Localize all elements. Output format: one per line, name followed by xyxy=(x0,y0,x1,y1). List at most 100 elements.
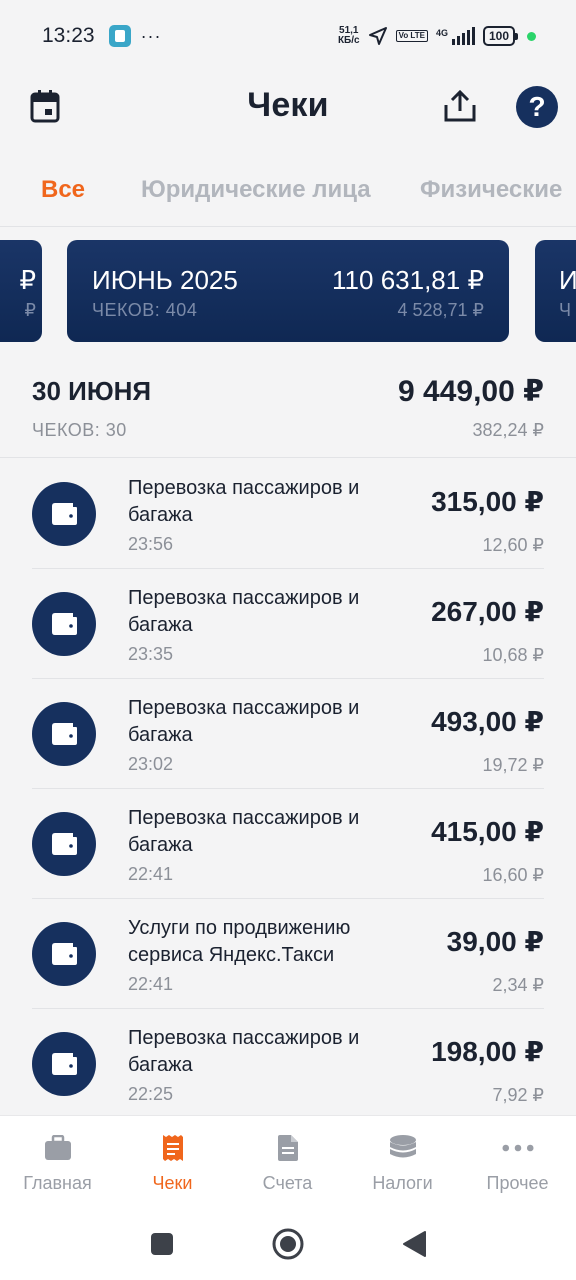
status-bar: 13:23 ··· 51,1 КБ/с Vo LTE 4G 100 xyxy=(0,0,576,72)
receipt-title: Перевозка пассажиров и багажа xyxy=(128,1027,360,1076)
volte-icon: Vo LTE xyxy=(395,30,428,42)
page-title: Чеки xyxy=(247,85,329,124)
month-card-previous[interactable]: ₽ ₽ xyxy=(0,240,42,342)
nav-label-receipts: Чеки xyxy=(152,1173,193,1193)
receipt-item[interactable]: Перевозка пассажиров и багажа 23:35 267,… xyxy=(0,569,576,679)
bottom-navigation: Главная Чеки Счета Налоги Прочее xyxy=(0,1115,576,1203)
nav-label-home: Главная xyxy=(23,1173,92,1193)
receipt-title: Услуги по продвижению сервиса Яндекс.Так… xyxy=(128,917,351,966)
receipt-amount: 198,00 ₽ xyxy=(431,1036,544,1067)
home-button[interactable] xyxy=(271,1227,305,1261)
app-notification-icon xyxy=(108,25,131,47)
wallet-icon xyxy=(32,922,96,986)
network-type: 4G xyxy=(435,28,448,38)
receipt-title: Перевозка пассажиров и багажа xyxy=(128,697,360,746)
calendar-icon xyxy=(30,90,60,123)
receipt-time: 23:02 xyxy=(128,754,174,774)
recent-apps-button[interactable] xyxy=(145,1227,179,1261)
month-tax-fragment: ₽ xyxy=(24,300,36,320)
day-receipt-count: ЧЕКОВ: 30 xyxy=(32,420,127,440)
month-card-next[interactable]: И Ч xyxy=(535,240,576,342)
day-total: 9 449,00 ₽ xyxy=(398,375,544,408)
back-button[interactable] xyxy=(397,1227,431,1261)
month-title-fragment: И xyxy=(559,265,576,295)
receipt-item[interactable]: Услуги по продвижению сервиса Яндекс.Так… xyxy=(0,899,576,1009)
receipt-amount: 267,00 ₽ xyxy=(431,596,544,627)
month-count-fragment: Ч xyxy=(559,300,571,320)
month-total: 110 631,81 ₽ xyxy=(332,265,484,295)
tab-individuals[interactable]: Физические xyxy=(420,176,562,204)
help-button[interactable]: ? xyxy=(516,86,558,128)
receipt-title: Перевозка пассажиров и багажа xyxy=(128,477,360,526)
nav-item-taxes[interactable]: Налоги xyxy=(345,1116,460,1204)
tab-all[interactable]: Все xyxy=(41,176,85,204)
more-icon xyxy=(501,1132,534,1164)
square-icon xyxy=(151,1233,173,1255)
receipt-amount: 39,00 ₽ xyxy=(446,926,544,957)
wallet-icon xyxy=(32,702,96,766)
month-receipt-count: ЧЕКОВ: 404 xyxy=(92,300,198,320)
tab-legal-entities[interactable]: Юридические лица xyxy=(141,176,371,204)
receipt-amount: 493,00 ₽ xyxy=(431,706,544,737)
day-tax: 382,24 ₽ xyxy=(472,420,544,440)
network-speed-unit: КБ/с xyxy=(337,35,360,46)
coins-icon xyxy=(387,1132,419,1164)
more-notifications-icon: ··· xyxy=(140,25,162,46)
day-title: 30 ИЮНЯ xyxy=(32,376,152,406)
share-button[interactable] xyxy=(440,86,480,126)
receipt-item[interactable]: Перевозка пассажиров и багажа 23:56 315,… xyxy=(0,459,576,569)
status-indicators: 51,1 КБ/с Vo LTE 4G 100 xyxy=(338,26,536,46)
wallet-icon xyxy=(32,482,96,546)
receipt-tax: 16,60 ₽ xyxy=(482,865,545,885)
receipt-list[interactable]: Перевозка пассажиров и багажа 23:56 315,… xyxy=(0,459,576,1115)
receipt-tax: 2,34 ₽ xyxy=(492,975,545,995)
nav-label-invoices: Счета xyxy=(262,1173,313,1193)
receipt-amount: 415,00 ₽ xyxy=(431,816,544,847)
privacy-indicator-dot xyxy=(527,31,536,41)
month-total-fragment: ₽ xyxy=(19,265,36,295)
nav-label-more: Прочее xyxy=(486,1173,549,1193)
receipt-amount: 315,00 ₽ xyxy=(431,486,544,517)
circle-icon xyxy=(272,1228,304,1260)
location-arrow-icon xyxy=(368,27,387,45)
share-icon xyxy=(444,89,476,122)
nav-item-invoices[interactable]: Счета xyxy=(230,1116,345,1204)
battery-icon: 100 xyxy=(482,26,519,46)
nav-label-taxes: Налоги xyxy=(372,1173,433,1193)
receipt-tax: 10,68 ₽ xyxy=(482,645,545,665)
receipt-item[interactable]: Перевозка пассажиров и багажа 23:02 493,… xyxy=(0,679,576,789)
app-header: Чеки ? xyxy=(0,72,576,138)
nav-item-home[interactable]: Главная xyxy=(0,1116,115,1204)
receipt-time: 23:35 xyxy=(128,644,174,664)
receipt-title: Перевозка пассажиров и багажа xyxy=(128,807,360,856)
receipt-item[interactable]: Перевозка пассажиров и багажа 22:25 198,… xyxy=(0,1009,576,1115)
month-carousel[interactable]: ₽ ₽ ИЮНЬ 2025 110 631,81 ₽ ЧЕКОВ: 404 4 … xyxy=(0,240,576,342)
receipt-tax: 7,92 ₽ xyxy=(492,1085,545,1105)
filter-tabs: Все Юридические лица Физические xyxy=(0,160,576,227)
month-card-current[interactable]: ИЮНЬ 2025 110 631,81 ₽ ЧЕКОВ: 404 4 528,… xyxy=(67,240,509,342)
question-mark-icon: ? xyxy=(528,91,546,122)
receipt-time: 22:41 xyxy=(128,864,174,884)
wallet-icon xyxy=(32,1032,96,1096)
calendar-button[interactable] xyxy=(25,86,65,126)
receipt-tax: 12,60 ₽ xyxy=(482,535,545,555)
nav-item-more[interactable]: Прочее xyxy=(460,1116,575,1204)
system-navigation-bar xyxy=(0,1203,576,1280)
nav-item-receipts[interactable]: Чеки xyxy=(115,1116,230,1204)
receipt-time: 22:25 xyxy=(128,1084,174,1104)
status-time: 13:23 xyxy=(42,24,95,47)
wallet-icon xyxy=(32,812,96,876)
day-summary: 30 ИЮНЯ 9 449,00 ₽ ЧЕКОВ: 30 382,24 ₽ xyxy=(0,358,576,458)
receipt-item[interactable]: Перевозка пассажиров и багажа 22:41 415,… xyxy=(0,789,576,899)
receipt-icon xyxy=(157,1132,189,1164)
month-tax: 4 528,71 ₽ xyxy=(397,300,484,320)
briefcase-icon xyxy=(42,1132,74,1164)
wallet-icon xyxy=(32,592,96,656)
document-icon xyxy=(272,1132,304,1164)
receipt-title: Перевозка пассажиров и багажа xyxy=(128,587,360,636)
back-triangle-icon xyxy=(403,1231,426,1257)
signal-strength-icon xyxy=(451,27,475,45)
receipt-time: 23:56 xyxy=(128,534,174,554)
network-speed: 51,1 КБ/с xyxy=(338,26,360,46)
month-title: ИЮНЬ 2025 xyxy=(92,265,238,295)
